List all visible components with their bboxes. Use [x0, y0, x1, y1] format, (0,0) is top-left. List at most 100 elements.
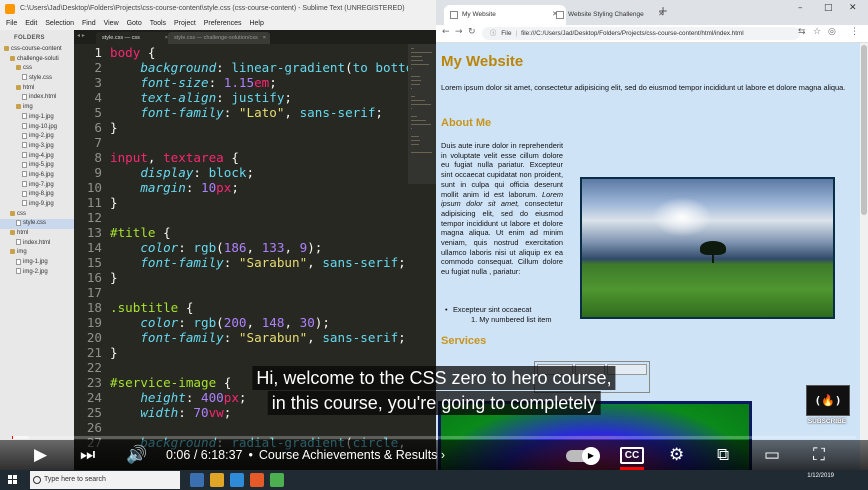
code-line: 10 margin: 10px;: [74, 180, 408, 195]
minimap-viewport[interactable]: [408, 44, 436, 184]
editor-tab-challenge-style-css[interactable]: style.css — challenge-solution/css ×: [168, 32, 270, 44]
scrollbar-thumb[interactable]: [861, 45, 867, 215]
task-view-icon[interactable]: [190, 473, 204, 487]
tree-file[interactable]: img-7.jpg: [0, 181, 74, 191]
chrome-taskbar-icon[interactable]: [270, 473, 284, 487]
menu-edit[interactable]: Edit: [25, 20, 37, 27]
file-icon: [22, 93, 27, 100]
tree-item-label: img-1.jpg: [23, 259, 48, 266]
code-token: :: [216, 90, 232, 105]
tree-folder[interactable]: challenge-soluti: [0, 55, 74, 65]
subscribe-watermark[interactable]: (🔥) SUBSCRIBE: [806, 385, 850, 425]
tree-folder[interactable]: css-course-content: [0, 45, 74, 55]
editor-tab-style-css[interactable]: style.css — css ×: [96, 32, 172, 44]
code-token: px: [216, 180, 232, 195]
tree-file[interactable]: img-1.jpg: [0, 258, 74, 268]
minimap-line: [411, 120, 426, 121]
tree-file[interactable]: img-6.jpg: [0, 171, 74, 181]
menu-project[interactable]: Project: [174, 20, 196, 27]
tree-file[interactable]: img-9.jpg: [0, 200, 74, 210]
autoplay-toggle[interactable]: ▶: [566, 447, 600, 465]
edge-icon[interactable]: [230, 473, 244, 487]
close-tab-icon[interactable]: ×: [263, 32, 266, 44]
maximize-icon[interactable]: □: [824, 3, 833, 13]
file-icon: [22, 122, 27, 129]
sublime-taskbar-icon[interactable]: [250, 473, 264, 487]
tree-file[interactable]: img-4.jpg: [0, 151, 74, 162]
browser-tab-my-website[interactable]: My Website ✕: [444, 5, 566, 25]
menu-selection[interactable]: Selection: [45, 20, 74, 27]
tree-file[interactable]: img-2.jpg: [0, 132, 74, 142]
tree-file[interactable]: img-3.jpg: [0, 142, 74, 152]
extension-icon[interactable]: ◎: [828, 27, 836, 37]
tree-folder[interactable]: img: [0, 248, 74, 258]
code-token: em: [254, 75, 270, 90]
theater-mode-icon[interactable]: ▭: [764, 440, 780, 470]
code-token: rgb: [193, 315, 217, 330]
forward-arrow-icon[interactable]: →: [455, 27, 463, 37]
windows-start-icon[interactable]: [8, 475, 17, 484]
menu-view[interactable]: View: [104, 20, 119, 27]
tree-folder[interactable]: html: [0, 84, 74, 94]
taskbar-clock[interactable]: 1/12/2019: [807, 472, 834, 480]
menu-preferences[interactable]: Preferences: [204, 20, 242, 27]
tree-folder[interactable]: img: [0, 103, 74, 113]
tree-file[interactable]: style.css: [0, 74, 74, 84]
back-arrow-icon[interactable]: ←: [442, 27, 450, 37]
tree-file[interactable]: img-1.jpg: [0, 113, 74, 123]
tree-folder[interactable]: html: [0, 229, 74, 239]
next-video-icon[interactable]: ⏭: [80, 440, 95, 470]
translate-icon[interactable]: ⇆: [798, 27, 806, 37]
address-bar[interactable]: ⓘ File | file:///C:/Users/Jad/Desktop/Folde…: [482, 27, 800, 40]
code-line: 26: [74, 420, 408, 435]
browser-menu-icon[interactable]: ⋮: [850, 27, 859, 37]
sublime-app-icon: [5, 4, 15, 14]
play-icon[interactable]: ▶: [34, 440, 47, 470]
tree-file[interactable]: img-5.jpg: [0, 161, 74, 171]
code-line: 13 #title {: [74, 225, 408, 240]
tree-folder[interactable]: css: [0, 210, 74, 220]
video-progress-bar[interactable]: [12, 436, 856, 439]
tree-file[interactable]: img-2.jpg: [0, 268, 74, 278]
menu-help[interactable]: Help: [249, 20, 263, 27]
new-tab-plus-icon[interactable]: +: [658, 4, 668, 18]
tree-file[interactable]: index.html: [0, 93, 74, 103]
tree-file[interactable]: img-10.jpg: [0, 122, 74, 133]
menu-goto[interactable]: Goto: [127, 20, 142, 27]
volume-icon[interactable]: 🔊: [126, 440, 147, 470]
tree-folder[interactable]: css: [0, 64, 74, 74]
file-explorer-icon[interactable]: [210, 473, 224, 487]
browser-tab-styling-challenge[interactable]: Website Styling Challenge ✕: [550, 5, 672, 25]
folder-icon: [16, 84, 21, 90]
taskbar-search-field[interactable]: Type here to search: [30, 471, 180, 489]
captions-cc-button[interactable]: CC: [620, 447, 644, 464]
reload-icon[interactable]: ↻: [468, 27, 476, 37]
tree-file[interactable]: img-8.jpg: [0, 190, 74, 200]
minimize-icon[interactable]: –: [798, 3, 803, 13]
bookmark-star-icon[interactable]: ☆: [813, 27, 821, 37]
code-token: :: [223, 255, 239, 270]
tab-scroll-arrows-icon[interactable]: ◂ ▸: [77, 32, 85, 39]
file-icon: [16, 268, 21, 275]
info-icon[interactable]: ⓘ: [490, 30, 496, 37]
folder-icon: [10, 249, 15, 255]
chevron-right-icon[interactable]: ›: [441, 448, 445, 462]
code-token: {: [140, 45, 156, 60]
menu-find[interactable]: Find: [82, 20, 96, 27]
minimap-line: [411, 60, 423, 61]
file-icon: [22, 132, 27, 139]
tree-file[interactable]: style.css: [0, 219, 74, 230]
close-window-icon[interactable]: ✕: [849, 3, 857, 13]
miniplayer-icon[interactable]: ⧉: [717, 440, 729, 470]
settings-gear-icon[interactable]: ⚙: [669, 440, 684, 470]
tree-file[interactable]: index.html: [0, 239, 74, 249]
menu-file[interactable]: File: [6, 20, 17, 27]
chapter-title[interactable]: Course Achievements & Results: [259, 448, 438, 462]
code-line: 5 font-family: "Lato", sans-serif;: [74, 105, 408, 120]
minimap-line: [411, 80, 421, 81]
browser-toolbar: ← → ↻ ⓘ File | file:///C:/Users/Jad/Desktop…: [436, 25, 868, 43]
menu-tools[interactable]: Tools: [150, 20, 166, 27]
code-token: ,: [307, 330, 323, 345]
autoplay-play-icon: ▶: [582, 447, 600, 465]
fullscreen-icon[interactable]: ⛶: [813, 440, 825, 470]
